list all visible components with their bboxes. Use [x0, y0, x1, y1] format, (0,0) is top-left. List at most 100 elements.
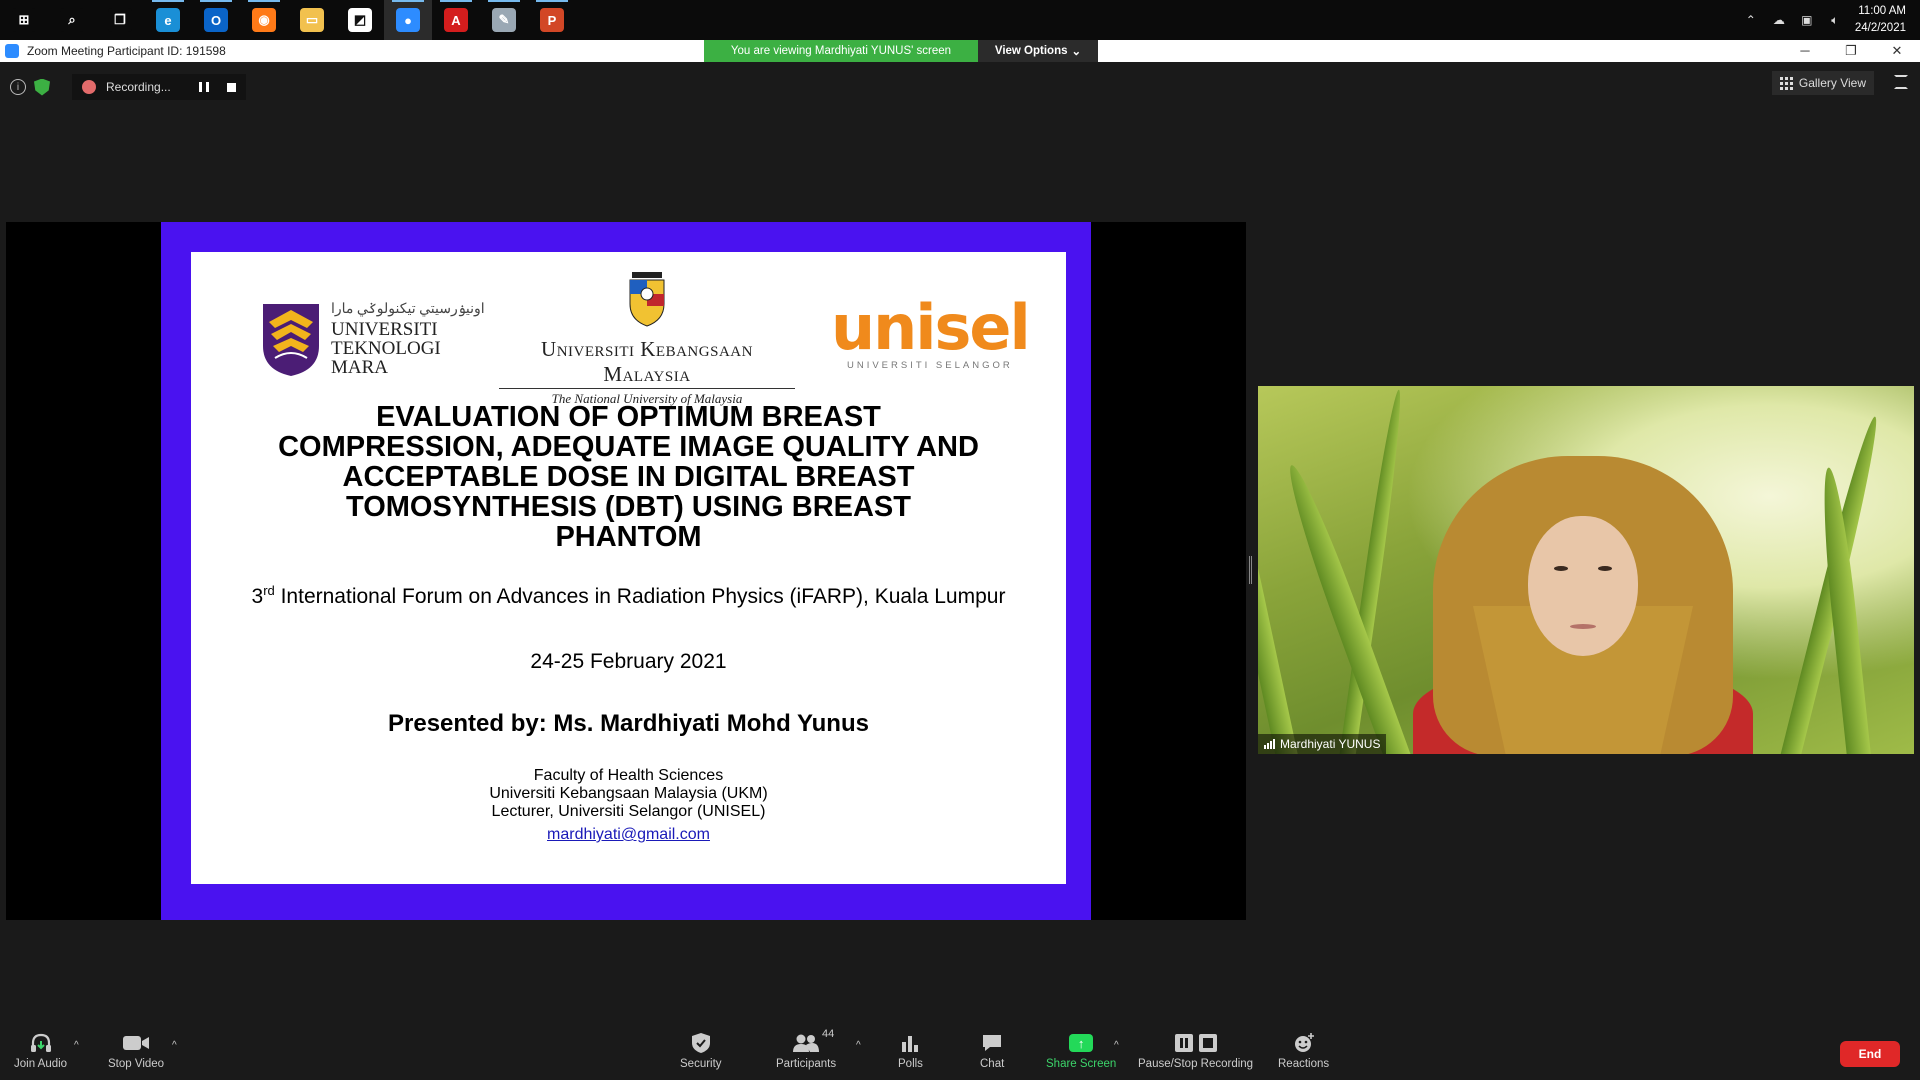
end-label: End — [1858, 1047, 1882, 1061]
chat-bubble-icon — [981, 1032, 1003, 1054]
unisel-logo: unisel UNIVERSITI SELANGOR — [831, 297, 1031, 372]
fullscreen-icon[interactable] — [1894, 75, 1908, 89]
panel-splitter-handle[interactable] — [1249, 556, 1252, 584]
minimize-button[interactable]: ─ — [1782, 43, 1828, 59]
video-options-caret-icon[interactable]: ^ — [172, 1040, 177, 1051]
file-explorer-icon: ▭ — [300, 8, 324, 32]
recording-cloud-icon — [82, 80, 96, 94]
presenter-affiliation: Faculty of Health Sciences Universiti Ke… — [191, 767, 1066, 821]
end-meeting-button[interactable]: End — [1840, 1041, 1900, 1067]
zoom-logo-icon — [5, 44, 19, 58]
stop-video-button[interactable]: Stop Video — [108, 1032, 164, 1070]
uitm-logo: اونيۏرسيتي تيکنولوݢي مارا UNIVERSITI TEK… — [259, 300, 485, 378]
task-view-icon: ❐ — [108, 8, 132, 32]
chat-label: Chat — [980, 1058, 1005, 1070]
participant-name: Mardhiyati YUNUS — [1280, 737, 1381, 751]
ukm-crest-icon — [629, 272, 665, 327]
system-clock[interactable]: 11:00 AM 24/2/2021 — [1855, 3, 1906, 37]
reactions-button[interactable]: Reactions — [1278, 1032, 1329, 1070]
edge-taskbar-button[interactable]: e — [144, 0, 192, 40]
task-view-taskbar-button[interactable]: ❐ — [96, 0, 144, 40]
conference-ordinal-suffix: rd — [263, 583, 275, 598]
search-taskbar-button[interactable]: ⌕ — [48, 0, 96, 40]
file-explorer-taskbar-button[interactable]: ▭ — [288, 0, 336, 40]
meeting-info-icon[interactable]: i — [10, 79, 26, 95]
zoom-app-taskbar-button[interactable]: ● — [384, 0, 432, 40]
security-label: Security — [680, 1058, 722, 1070]
join-audio-button[interactable]: Join Audio — [14, 1032, 67, 1070]
firefox-icon: ◉ — [252, 8, 276, 32]
video-camera-icon — [122, 1032, 150, 1054]
participants-label: Participants — [776, 1058, 837, 1070]
restore-button[interactable]: ❐ — [1828, 43, 1874, 59]
chevron-down-icon: ⌄ — [1071, 46, 1082, 58]
meeting-area: i Recording... Gallery View اونيۏرسيتي ت… — [0, 62, 1920, 1026]
conference-name: 3rd International Forum on Advances in R… — [251, 580, 1006, 608]
network-icon[interactable]: ▣ — [1799, 13, 1815, 27]
conference-text: International Forum on Advances in Radia… — [274, 585, 1006, 608]
signal-strength-icon — [1264, 739, 1276, 749]
recording-label: Recording... — [106, 80, 171, 94]
slide-frame: اونيۏرسيتي تيکنولوݢي مارا UNIVERSITI TEK… — [161, 222, 1091, 920]
outlook-taskbar-button[interactable]: O — [192, 0, 240, 40]
view-options-button[interactable]: View Options ⌄ — [978, 40, 1098, 62]
viewing-screen-label: You are viewing Mardhiyati YUNUS' screen — [704, 40, 978, 62]
uitm-line-3: MARA — [331, 357, 389, 378]
grid-icon — [1779, 76, 1793, 90]
paint-icon: ✎ — [492, 8, 516, 32]
reactions-label: Reactions — [1278, 1058, 1330, 1070]
security-button[interactable]: Security — [680, 1032, 722, 1070]
polls-chart-icon — [900, 1032, 920, 1054]
outlook-icon: O — [204, 8, 228, 32]
search-icon: ⌕ — [60, 8, 84, 32]
paint-taskbar-button[interactable]: ✎ — [480, 0, 528, 40]
firefox-taskbar-button[interactable]: ◉ — [240, 0, 288, 40]
participant-face — [1528, 516, 1638, 656]
ukm-name: Universiti Kebangsaan Malaysia — [499, 337, 795, 389]
stop-recording-icon[interactable] — [226, 82, 236, 92]
chat-button[interactable]: Chat — [980, 1032, 1004, 1070]
security-shield-icon — [691, 1032, 711, 1054]
affiliation-line-2: Universiti Kebangsaan Malaysia (UKM) — [489, 785, 768, 802]
participants-caret-icon[interactable]: ^ — [856, 1040, 861, 1051]
meeting-status-bar: i Recording... — [10, 74, 246, 100]
uitm-jawi-text: اونيۏرسيتي تيکنولوݢي مارا — [331, 302, 485, 317]
chevron-up-icon[interactable]: ⌃ — [1743, 13, 1759, 27]
share-options-caret-icon[interactable]: ^ — [1114, 1040, 1119, 1051]
affiliation-line-1: Faculty of Health Sciences — [533, 767, 724, 784]
zoom-app-icon: ● — [396, 8, 420, 32]
encryption-shield-icon[interactable] — [34, 78, 50, 96]
participant-person — [1413, 456, 1753, 754]
join-audio-label: Join Audio — [14, 1058, 68, 1070]
share-screen-button[interactable]: ↑ Share Screen — [1046, 1032, 1116, 1070]
gallery-view-button[interactable]: Gallery View — [1771, 71, 1874, 95]
headphones-icon — [29, 1032, 53, 1054]
audio-options-caret-icon[interactable]: ^ — [74, 1040, 79, 1051]
unisel-subtitle: UNIVERSITI SELANGOR — [846, 360, 1013, 371]
participants-button[interactable]: 44 Participants — [776, 1028, 837, 1070]
close-button[interactable]: ✕ — [1874, 43, 1920, 59]
slide-logos: اونيۏرسيتي تيکنولوݢي مارا UNIVERSITI TEK… — [191, 270, 1066, 406]
presenter-email-link[interactable]: mardhiyati@gmail.com — [191, 826, 1066, 844]
sticky-app-icon: ◩ — [348, 8, 372, 32]
polls-button[interactable]: Polls — [898, 1032, 923, 1070]
shared-screen: اونيۏرسيتي تيکنولوݢي مارا UNIVERSITI TEK… — [6, 222, 1246, 920]
start-taskbar-button[interactable]: ⊞ — [0, 0, 48, 40]
window-controls: ─ ❐ ✕ — [1782, 43, 1920, 59]
participant-name-tag: Mardhiyati YUNUS — [1258, 734, 1387, 754]
pause-stop-recording-button[interactable]: Pause/Stop Recording — [1138, 1032, 1253, 1070]
stop-video-label: Stop Video — [108, 1058, 165, 1070]
edge-icon: e — [156, 8, 180, 32]
participant-video-tile[interactable]: Mardhiyati YUNUS — [1258, 386, 1914, 754]
powerpoint-taskbar-button[interactable]: P — [528, 0, 576, 40]
acrobat-taskbar-button[interactable]: A — [432, 0, 480, 40]
sticky-app-taskbar-button[interactable]: ◩ — [336, 0, 384, 40]
zoom-title-bar: Zoom Meeting Participant ID: 191598 You … — [0, 40, 1920, 62]
volume-icon[interactable]: 🔈︎ — [1827, 13, 1843, 27]
uitm-wordmark: اونيۏرسيتي تيکنولوݢي مارا UNIVERSITI TEK… — [331, 300, 485, 377]
onedrive-cloud-icon[interactable]: ☁ — [1771, 13, 1787, 27]
view-options-label: View Options — [994, 45, 1068, 57]
pause-recording-icon[interactable] — [198, 82, 209, 92]
gallery-view-label: Gallery View — [1798, 76, 1866, 90]
uitm-line-1: UNIVERSITI — [331, 319, 438, 340]
